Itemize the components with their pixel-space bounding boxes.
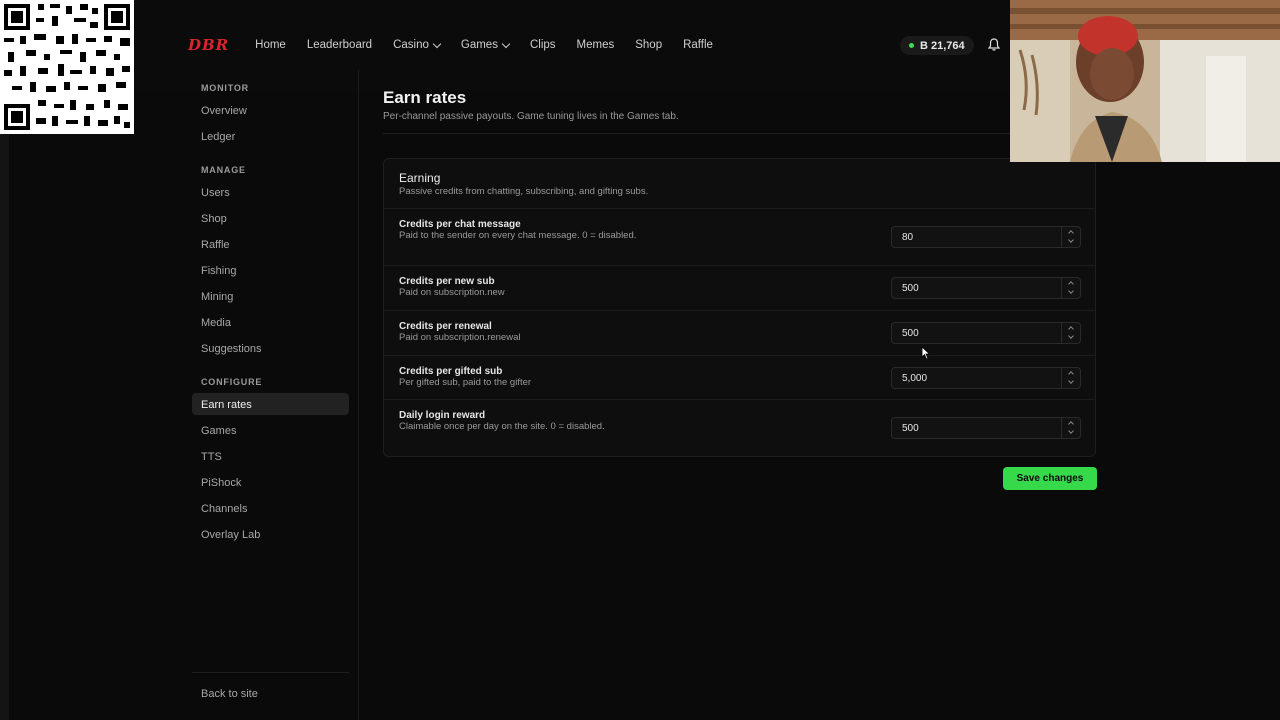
sidebar-item-raffle[interactable]: Raffle: [201, 239, 230, 251]
card-subtitle: Passive credits from chatting, subscribi…: [399, 186, 649, 197]
nav-home-label: Home: [255, 39, 286, 51]
chevron-down-icon: [432, 39, 442, 48]
stepper-down-icon[interactable]: [1062, 333, 1080, 343]
sidebar-section-monitor: MONITOR: [201, 83, 249, 93]
sidebar-item-pishock[interactable]: PiShock: [201, 477, 241, 489]
qr-code: [0, 0, 134, 134]
sidebar-item-mining[interactable]: Mining: [201, 291, 233, 303]
stepper-up-icon[interactable]: [1062, 278, 1080, 288]
row-label-new-sub: Credits per new sub: [399, 276, 495, 287]
row-desc-chat: Paid to the sender on every chat message…: [399, 230, 637, 241]
sidebar-divider: [192, 672, 349, 673]
sidebar-item-tts[interactable]: TTS: [201, 451, 222, 463]
nav-shop-label: Shop: [635, 39, 663, 51]
back-to-site-link[interactable]: Back to site: [201, 688, 258, 700]
sidebar-item-channels[interactable]: Channels: [201, 503, 247, 515]
new-sub-credits-stepper[interactable]: [1061, 278, 1080, 298]
new-sub-credits-input[interactable]: [891, 277, 1081, 299]
gifted-sub-credits-input[interactable]: [891, 367, 1081, 389]
mouse-cursor-icon: [921, 346, 931, 360]
nav-links: DBR Home Leaderboard Casino Games Clips …: [188, 30, 734, 60]
balance-badge[interactable]: B 21,764: [900, 36, 974, 55]
row-divider: [384, 355, 1095, 356]
sidebar: MONITOR Overview Ledger MANAGE Users Sho…: [188, 70, 358, 720]
nav-games-label: Games: [460, 39, 498, 51]
row-divider: [384, 399, 1095, 400]
nav-games[interactable]: Games: [460, 39, 511, 51]
daily-login-reward-stepper[interactable]: [1061, 418, 1080, 438]
nav-home[interactable]: Home: [255, 39, 286, 51]
nav-shop[interactable]: Shop: [635, 39, 662, 51]
stepper-up-icon[interactable]: [1062, 323, 1080, 333]
row-desc-gifted-sub: Per gifted sub, paid to the gifter: [399, 377, 532, 388]
sidebar-item-overlay-lab[interactable]: Overlay Lab: [201, 529, 260, 541]
row-desc-renewal: Paid on subscription.renewal: [399, 332, 521, 343]
sidebar-item-ledger[interactable]: Ledger: [201, 131, 235, 143]
webcam-overlay: [1010, 0, 1280, 162]
sidebar-item-users[interactable]: Users: [201, 187, 230, 199]
sidebar-section-configure: CONFIGURE: [201, 377, 263, 387]
sidebar-section-manage: MANAGE: [201, 165, 246, 175]
chat-credits-input[interactable]: [891, 226, 1081, 248]
row-divider: [384, 208, 1095, 209]
stepper-down-icon[interactable]: [1062, 288, 1080, 298]
nav-casino[interactable]: Casino: [393, 39, 442, 51]
gifted-sub-credits-stepper[interactable]: [1061, 368, 1080, 388]
row-desc-daily-login: Claimable once per day on the site. 0 = …: [399, 421, 605, 432]
sidebar-item-earn-rates[interactable]: Earn rates: [201, 399, 252, 411]
row-label-chat: Credits per chat message: [399, 219, 521, 230]
stepper-up-icon[interactable]: [1062, 418, 1080, 428]
balance-value: B 21,764: [920, 39, 965, 52]
save-changes-button[interactable]: Save changes: [1003, 467, 1097, 490]
sidebar-item-fishing[interactable]: Fishing: [201, 265, 236, 277]
card-title: Earning: [399, 171, 441, 185]
row-label-daily-login: Daily login reward: [399, 410, 486, 421]
nav-casino-label: Casino: [393, 39, 429, 51]
stepper-down-icon[interactable]: [1062, 237, 1080, 247]
stepper-down-icon[interactable]: [1062, 428, 1080, 438]
renewal-credits-stepper[interactable]: [1061, 323, 1080, 343]
row-divider: [384, 265, 1095, 266]
title-divider: [383, 133, 1010, 134]
sidebar-item-overview[interactable]: Overview: [201, 105, 247, 117]
nav-clips[interactable]: Clips: [530, 39, 556, 51]
stepper-up-icon[interactable]: [1062, 227, 1080, 237]
nav-raffle-label: Raffle: [683, 39, 713, 51]
stepper-down-icon[interactable]: [1062, 378, 1080, 388]
logo[interactable]: DBR: [188, 36, 229, 54]
chat-credits-stepper[interactable]: [1061, 227, 1080, 247]
sidebar-item-suggestions[interactable]: Suggestions: [201, 343, 262, 355]
row-desc-new-sub: Paid on subscription.new: [399, 287, 505, 298]
page-subtitle: Per-channel passive payouts. Game tuning…: [383, 111, 679, 122]
nav-leaderboard-label: Leaderboard: [306, 39, 373, 51]
nav-memes[interactable]: Memes: [577, 39, 615, 51]
page-title: Earn rates: [383, 88, 467, 107]
daily-login-reward-input[interactable]: [891, 417, 1081, 439]
sidebar-border: [358, 70, 359, 720]
bell-icon[interactable]: [988, 38, 1000, 51]
row-label-renewal: Credits per renewal: [399, 321, 492, 332]
sidebar-item-shop[interactable]: Shop: [201, 213, 227, 225]
earning-card: Earning Passive credits from chatting, s…: [383, 158, 1096, 457]
nav-clips-label: Clips: [529, 39, 556, 51]
nav-raffle[interactable]: Raffle: [683, 39, 713, 51]
stepper-up-icon[interactable]: [1062, 368, 1080, 378]
row-divider: [384, 310, 1095, 311]
sidebar-item-games[interactable]: Games: [201, 425, 236, 437]
chevron-down-icon: [501, 39, 511, 48]
row-label-gifted-sub: Credits per gifted sub: [399, 366, 503, 377]
nav-memes-label: Memes: [576, 39, 615, 51]
sidebar-item-media[interactable]: Media: [201, 317, 231, 329]
renewal-credits-input[interactable]: [891, 322, 1081, 344]
online-dot-icon: [909, 43, 914, 48]
nav-leaderboard[interactable]: Leaderboard: [307, 39, 372, 51]
